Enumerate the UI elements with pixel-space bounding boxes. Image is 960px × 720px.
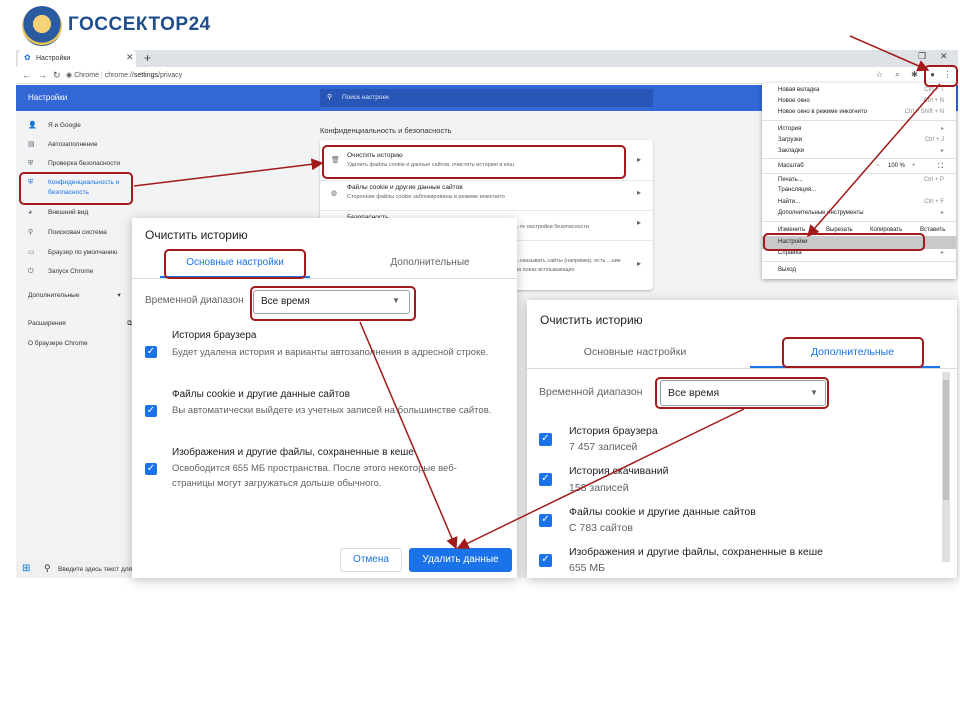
arrow-to-menu-button (849, 35, 930, 72)
arrow-advanced-to-delete (456, 408, 745, 549)
arrow-to-clear-history (133, 158, 324, 187)
arrow-to-settings-item (807, 83, 941, 238)
annotation-arrows (133, 35, 941, 550)
arrow-basic-to-delete (359, 321, 458, 550)
